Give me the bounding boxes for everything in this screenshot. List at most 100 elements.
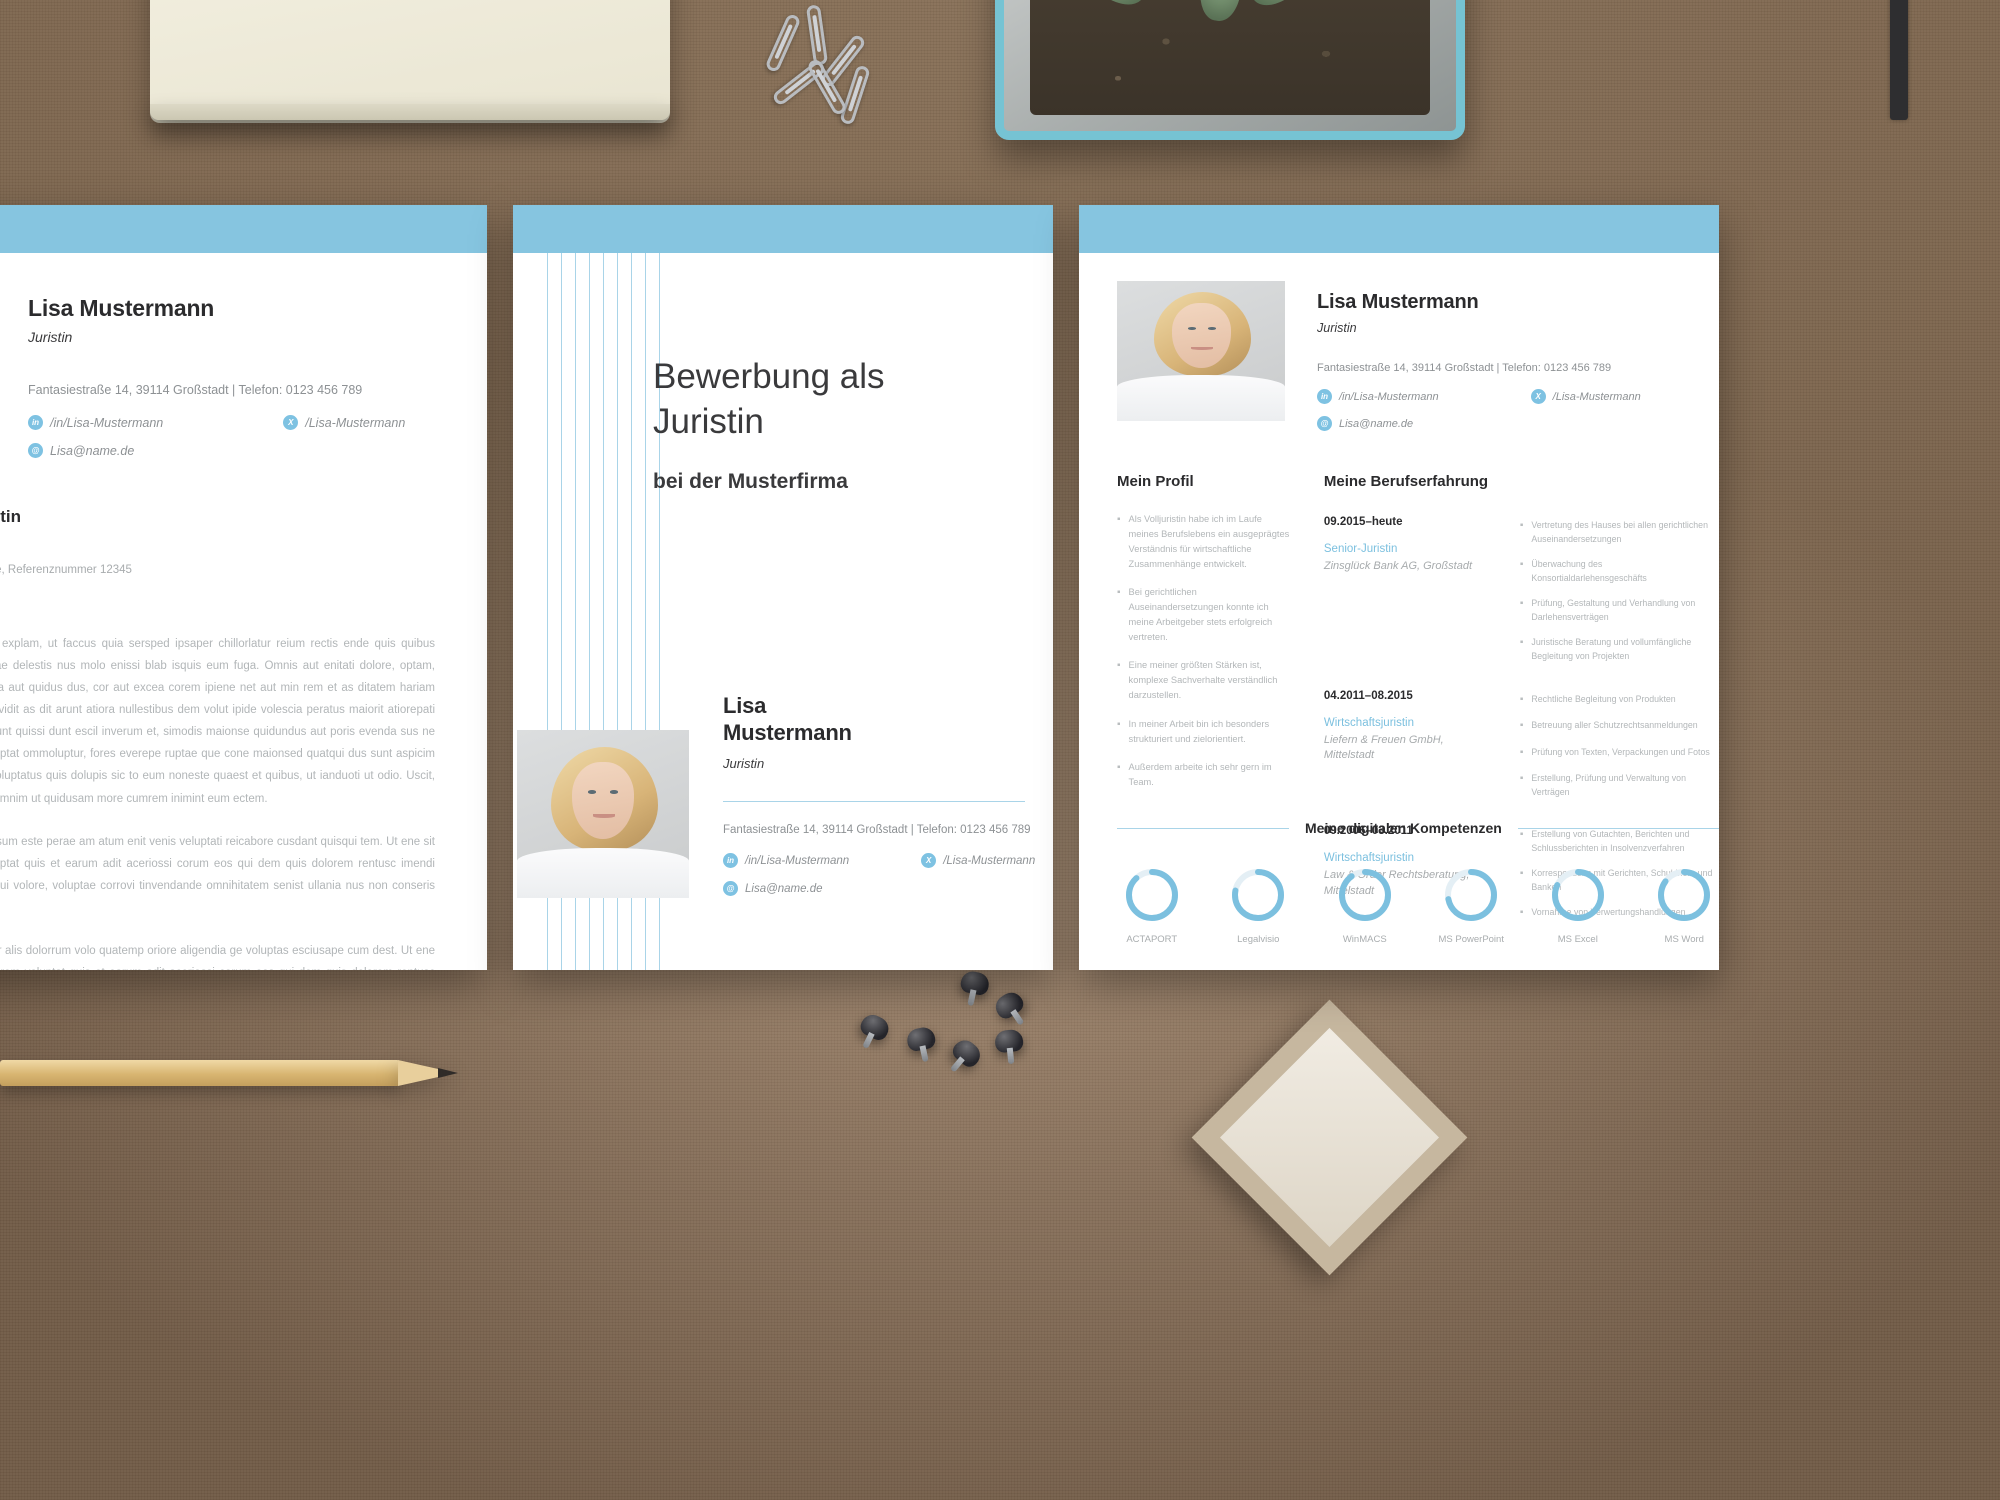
email-address: Lisa@name.de: [50, 443, 135, 458]
job-organization: Zinsglück Bank AG, Großstadt: [1323, 560, 1473, 572]
job-bullet: ▪ Vertretung des Hauses bei allen gericht…: [1519, 520, 1708, 545]
linkedin-link[interactable]: in /in/Lisa-Mustermann: [723, 853, 849, 868]
linkedin-handle: /in/Lisa-Mustermann: [50, 415, 164, 430]
skill-ring: ACTAPORT: [1117, 866, 1187, 945]
email-address: Lisa@name.de: [745, 882, 823, 895]
job-organization: Liefern & Freuen GmbH, Mittelstadt: [1323, 733, 1444, 762]
address-line: Fantasiestraße 14, 39114 Großstadt | Tel…: [723, 824, 1031, 836]
cover-sheet-page[interactable]: Bewerbung als Juristin bei der Musterfir…: [513, 205, 1053, 970]
letter-body: Bewerbung als Juristin Ihre Stellenanzei…: [0, 461, 487, 970]
notebook-edge: [150, 104, 670, 120]
linkedin-link[interactable]: in /in/Lisa-Mustermann: [1317, 389, 1439, 404]
job-bullet: ▪ Juristische Beratung und vollumfänglich…: [1519, 637, 1692, 662]
xing-link[interactable]: X /Lisa-Mustermann: [921, 853, 1035, 868]
skill-label: MS Word: [1664, 934, 1704, 945]
cv-name: Lisa Mustermann: [1317, 291, 1479, 313]
cover-identity-card: Lisa Mustermann Juristin Fantasiestraße …: [517, 693, 1035, 898]
skill-label: Legalvisio: [1237, 934, 1280, 945]
last-name: Mustermann: [723, 720, 852, 746]
skill-label: WinMACS: [1342, 934, 1387, 945]
address-line: Fantasiestraße 14, 39114 Großstadt | Tel…: [1317, 362, 1612, 374]
email-icon: @: [28, 443, 43, 458]
portrait-photo: [517, 730, 689, 898]
notebook-prop: [150, 0, 670, 120]
skill-ring: MS Excel: [1543, 866, 1613, 945]
cv-page[interactable]: Lisa Mustermann Juristin Fantasiestraße …: [1079, 205, 1719, 970]
address-line: Fantasiestraße 14, 39114 Großstadt | Tel…: [28, 383, 363, 397]
cover-title-line2: Juristin: [653, 401, 764, 441]
progress-ring-icon: [1658, 869, 1711, 921]
job-date: 09.2015–heute: [1323, 516, 1403, 528]
linkedin-handle: /in/Lisa-Mustermann: [745, 854, 850, 867]
email-link[interactable]: @ Lisa@name.de: [723, 881, 1035, 896]
profile-bullet: ▪ Eine meiner größten Stärken ist, komple…: [1117, 660, 1278, 701]
letter-paragraph: Tempore nos aut laut quia core sum este …: [0, 835, 435, 892]
job-role: Juristin: [723, 756, 765, 771]
letter-paragraph: Nequi odipsunti sam qui archil explam, u…: [0, 638, 435, 805]
job-role: Juristin: [28, 329, 73, 345]
email-icon: @: [723, 881, 738, 896]
skills-heading: Meine digitalen Kompetenzen: [1305, 820, 1502, 836]
linkedin-handle: /in/Lisa-Mustermann: [1339, 390, 1439, 403]
divider: [723, 801, 1025, 802]
experience-heading: Meine Berufserfahrung: [1323, 473, 1489, 490]
xing-icon: X: [283, 415, 299, 430]
profile-bullet: ▪ In meiner Arbeit bin ich besonders stru…: [1117, 718, 1270, 744]
job-entry: 04.2011–08.2015 Wirtschaftsjuristin Lief…: [1324, 690, 1719, 800]
letter-reference: Ihre Stellenanzeige auf jobjob.de, Refer…: [0, 564, 132, 576]
portrait-photo: [1117, 281, 1285, 421]
skills-section: Meine digitalen Kompetenzen ACTAPORT Leg…: [1117, 820, 1719, 945]
cover-letter-page[interactable]: Lisa Mustermann Juristin Fantasiestraße …: [0, 205, 487, 970]
skill-rings: ACTAPORT Legalvisio WinMACS MS PowerPoin…: [1117, 866, 1719, 945]
page-title: Lisa Mustermann: [28, 295, 215, 321]
accent-band: [0, 205, 487, 253]
linkedin-icon: in: [1317, 389, 1332, 404]
job-entry: 09.2015–heute Senior-Juristin Zinsglück …: [1324, 516, 1719, 664]
email-link[interactable]: @ Lisa@name.de: [28, 443, 405, 458]
cv-header: Lisa Mustermann Juristin Fantasiestraße …: [1079, 253, 1719, 431]
xing-handle: /Lisa-Mustermann: [1552, 390, 1641, 403]
letter-heading: Bewerbung als Juristin: [0, 507, 22, 526]
progress-ring-icon: [1338, 869, 1391, 921]
contact-block: Fantasiestraße 14, 39114 Großstadt | Tel…: [28, 383, 405, 458]
xing-link[interactable]: X /Lisa-Mustermann: [283, 415, 405, 430]
notebook-elastic-band: [1890, 0, 1908, 120]
cover-title-line1: Bewerbung als: [653, 357, 885, 396]
job-bullet: ▪ Prüfung, Gestaltung und Verhandlung von…: [1519, 598, 1696, 623]
email-address: Lisa@name.de: [1339, 417, 1414, 430]
email-icon: @: [1317, 416, 1332, 431]
job-bullet: ▪ Betreuung aller Schutzrechtsanmeldungen: [1519, 720, 1698, 731]
linkedin-link[interactable]: in /in/Lisa-Mustermann: [28, 415, 163, 430]
letter-salutation: Sehr geehrter Herr Muster,: [0, 600, 435, 612]
skill-ring: WinMACS: [1330, 866, 1400, 945]
skill-label: MS Excel: [1557, 934, 1598, 945]
pencil-prop: [0, 1055, 470, 1091]
xing-handle: /Lisa-Mustermann: [305, 415, 406, 430]
job-bullet: ▪ Erstellung, Prüfung und Verwaltung von …: [1519, 773, 1686, 798]
xing-handle: /Lisa-Mustermann: [943, 854, 1036, 867]
linkedin-icon: in: [723, 853, 738, 868]
letter-header: Lisa Mustermann Juristin Fantasiestraße …: [0, 253, 487, 461]
xing-icon: X: [921, 853, 937, 868]
job-bullet: ▪ Überwachung des Konsortialdarlehensgesc…: [1519, 559, 1647, 584]
progress-ring-icon: [1232, 869, 1285, 921]
profile-heading: Mein Profil: [1117, 473, 1194, 490]
profile-bullet: ▪ Als Volljuristin habe ich im Laufe mein…: [1117, 514, 1290, 570]
skill-label: ACTAPORT: [1126, 934, 1178, 945]
job-title: Senior-Juristin: [1323, 543, 1398, 555]
job-bullet: ▪ Rechtliche Begleitung von Produkten: [1519, 693, 1676, 705]
job-date: 04.2011–08.2015: [1323, 689, 1413, 702]
skill-ring: MS Word: [1650, 866, 1720, 945]
email-link[interactable]: @ Lisa@name.de: [1317, 416, 1641, 431]
skill-ring: Legalvisio: [1224, 866, 1294, 945]
paper-clips-prop: [764, 4, 910, 126]
cover-subtitle: bei der Musterfirma: [653, 469, 848, 493]
progress-ring-icon: [1551, 869, 1604, 921]
skill-ring: MS PowerPoint: [1437, 866, 1507, 945]
xing-link[interactable]: X /Lisa-Mustermann: [1530, 389, 1641, 404]
first-name: Lisa: [723, 693, 767, 719]
xing-icon: X: [1530, 389, 1546, 404]
letter-paragraph: Sumnobis aut eture dolumquatur alis dolo…: [0, 944, 435, 970]
progress-ring-icon: [1445, 869, 1498, 921]
accent-band: [1079, 205, 1719, 253]
